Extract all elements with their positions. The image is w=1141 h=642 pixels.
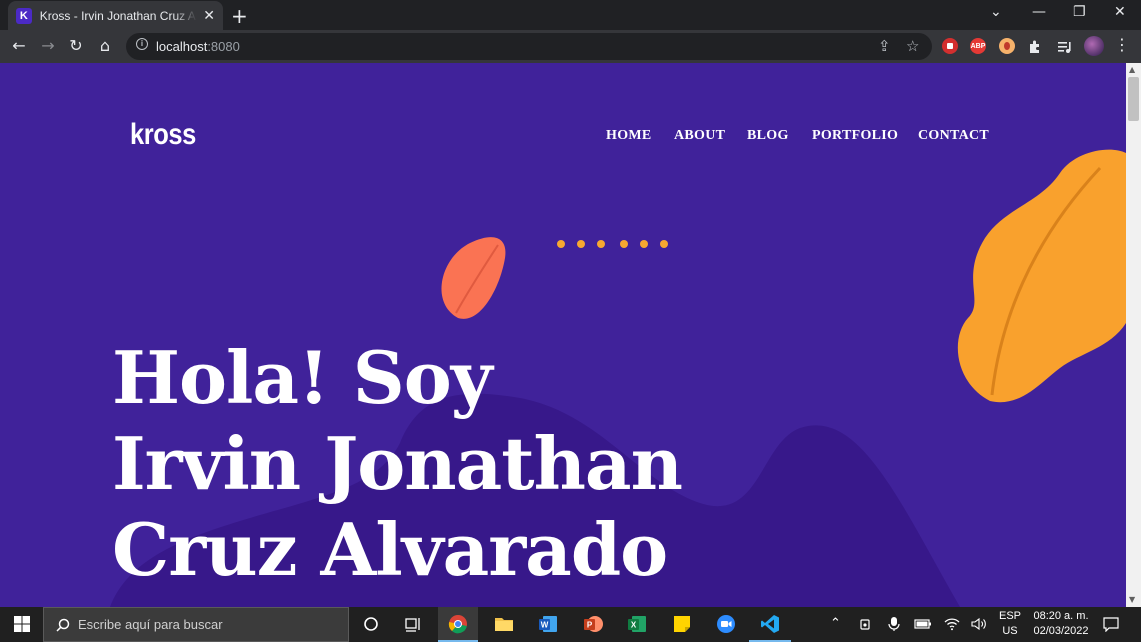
share-icon[interactable]: ⇪ [878, 37, 891, 55]
extension-honey-icon[interactable] [999, 38, 1015, 54]
restore-button[interactable]: ❐ [1073, 4, 1086, 20]
minimize-button[interactable]: — [1032, 4, 1046, 20]
input-language-indicator[interactable]: ESP US [998, 610, 1022, 637]
language-code: ESP [998, 610, 1021, 622]
wifi-icon[interactable] [941, 613, 963, 635]
svg-text:W: W [541, 621, 549, 630]
back-button[interactable]: ← [9, 36, 29, 55]
svg-text:X: X [631, 621, 637, 630]
hero-heading: Hola! Soy Irvin Jonathan Cruz Alvarado [112, 335, 683, 593]
nav-blog[interactable]: BLOG [747, 128, 789, 144]
file-explorer-icon[interactable] [493, 613, 515, 635]
word-icon[interactable]: W [537, 613, 559, 635]
decor-dot [597, 240, 605, 248]
address-bar[interactable]: i localhost:8080 ⇪ ☆ [126, 33, 932, 60]
kross-favicon-icon: K [16, 7, 32, 24]
taskbar-search-box[interactable]: Escribe aquí para buscar [43, 607, 349, 642]
clock[interactable]: 08:20 a. m. 02/03/2022 [1028, 610, 1094, 637]
profile-avatar[interactable] [1084, 36, 1104, 56]
scroll-down-arrow-icon[interactable]: ▼ [1129, 595, 1135, 604]
vscode-icon[interactable] [749, 613, 791, 642]
clock-date: 02/03/2022 [1033, 625, 1089, 637]
adblock-plus-icon[interactable]: ABP [970, 38, 986, 54]
extensions-puzzle-icon[interactable] [1027, 38, 1043, 54]
extension-stop-icon[interactable] [942, 38, 958, 54]
sticky-notes-icon[interactable] [671, 613, 693, 635]
search-placeholder: Escribe aquí para buscar [78, 617, 223, 632]
volume-icon[interactable] [968, 613, 990, 635]
chrome-icon [448, 615, 467, 634]
tab-title: Kross - Irvin Jonathan Cruz Alvarado [39, 8, 198, 23]
decor-dot [620, 240, 628, 248]
tab-search-icon[interactable]: ⌄ [990, 4, 1002, 20]
meet-now-icon[interactable] [855, 613, 877, 635]
zoom-icon[interactable] [715, 613, 737, 635]
browser-tab-active[interactable]: K Kross - Irvin Jonathan Cruz Alvarado ✕ [8, 1, 223, 30]
nav-about[interactable]: ABOUT [674, 128, 725, 144]
tab-close-icon[interactable]: ✕ [203, 8, 215, 24]
cortana-icon[interactable] [360, 613, 382, 635]
show-hidden-icons-chevron-icon[interactable]: ⌃ [830, 615, 841, 631]
scroll-thumb[interactable] [1128, 77, 1139, 121]
windows-start-icon[interactable] [11, 613, 33, 635]
powerpoint-icon[interactable]: P [582, 613, 604, 635]
decor-dot [557, 240, 565, 248]
hero-line: Irvin Jonathan [112, 421, 683, 506]
browser-toolbar: ← → ↻ ⌂ i localhost:8080 ⇪ ☆ ABP ⋮ [0, 30, 1141, 63]
red-leaf-shape [441, 237, 506, 319]
clock-time: 08:20 a. m. [1033, 610, 1089, 622]
scroll-up-arrow-icon[interactable]: ▲ [1129, 65, 1135, 74]
keyboard-layout: US [1002, 625, 1018, 637]
svg-text:P: P [587, 621, 593, 630]
media-control-icon[interactable] [1056, 38, 1072, 54]
chrome-menu-icon[interactable]: ⋮ [1112, 35, 1132, 54]
decor-dot [640, 240, 648, 248]
windows-taskbar: Escribe aquí para buscar W P X ⌃ ESP US … [0, 607, 1141, 642]
hero-line: Cruz Alvarado [112, 507, 668, 592]
home-button[interactable]: ⌂ [95, 36, 115, 55]
orange-leaf-shape [957, 149, 1126, 403]
notification-center-icon[interactable] [1100, 613, 1122, 635]
decor-dot [660, 240, 668, 248]
nav-portfolio[interactable]: PORTFOLIO [812, 128, 898, 144]
site-logo[interactable]: kross [130, 118, 196, 152]
page-viewport: kross HOME ABOUT BLOG PORTFOLIO CONTACT … [0, 63, 1126, 607]
forward-button[interactable]: → [38, 36, 58, 55]
page-scrollbar[interactable]: ▲ ▼ [1126, 63, 1141, 607]
nav-home[interactable]: HOME [606, 128, 652, 144]
tab-strip: K Kross - Irvin Jonathan Cruz Alvarado ✕… [0, 0, 1141, 30]
new-tab-button[interactable]: + [231, 4, 248, 28]
hero-line: Hola! Soy [112, 335, 493, 420]
reload-button[interactable]: ↻ [66, 36, 86, 55]
site-info-icon[interactable]: i [136, 38, 148, 50]
chrome-taskbar-slot[interactable] [438, 607, 478, 642]
bookmark-star-icon[interactable]: ☆ [906, 37, 919, 55]
url-port: :8080 [207, 39, 240, 54]
url-host: localhost [156, 39, 208, 54]
task-view-icon[interactable] [402, 613, 424, 635]
excel-icon[interactable]: X [626, 613, 648, 635]
decor-dot [577, 240, 585, 248]
nav-contact[interactable]: CONTACT [918, 128, 989, 144]
search-icon [56, 618, 70, 632]
battery-icon[interactable] [912, 613, 934, 635]
microphone-icon[interactable] [883, 613, 905, 635]
url-text: localhost:8080 [156, 39, 240, 54]
close-window-button[interactable]: ✕ [1114, 4, 1126, 20]
